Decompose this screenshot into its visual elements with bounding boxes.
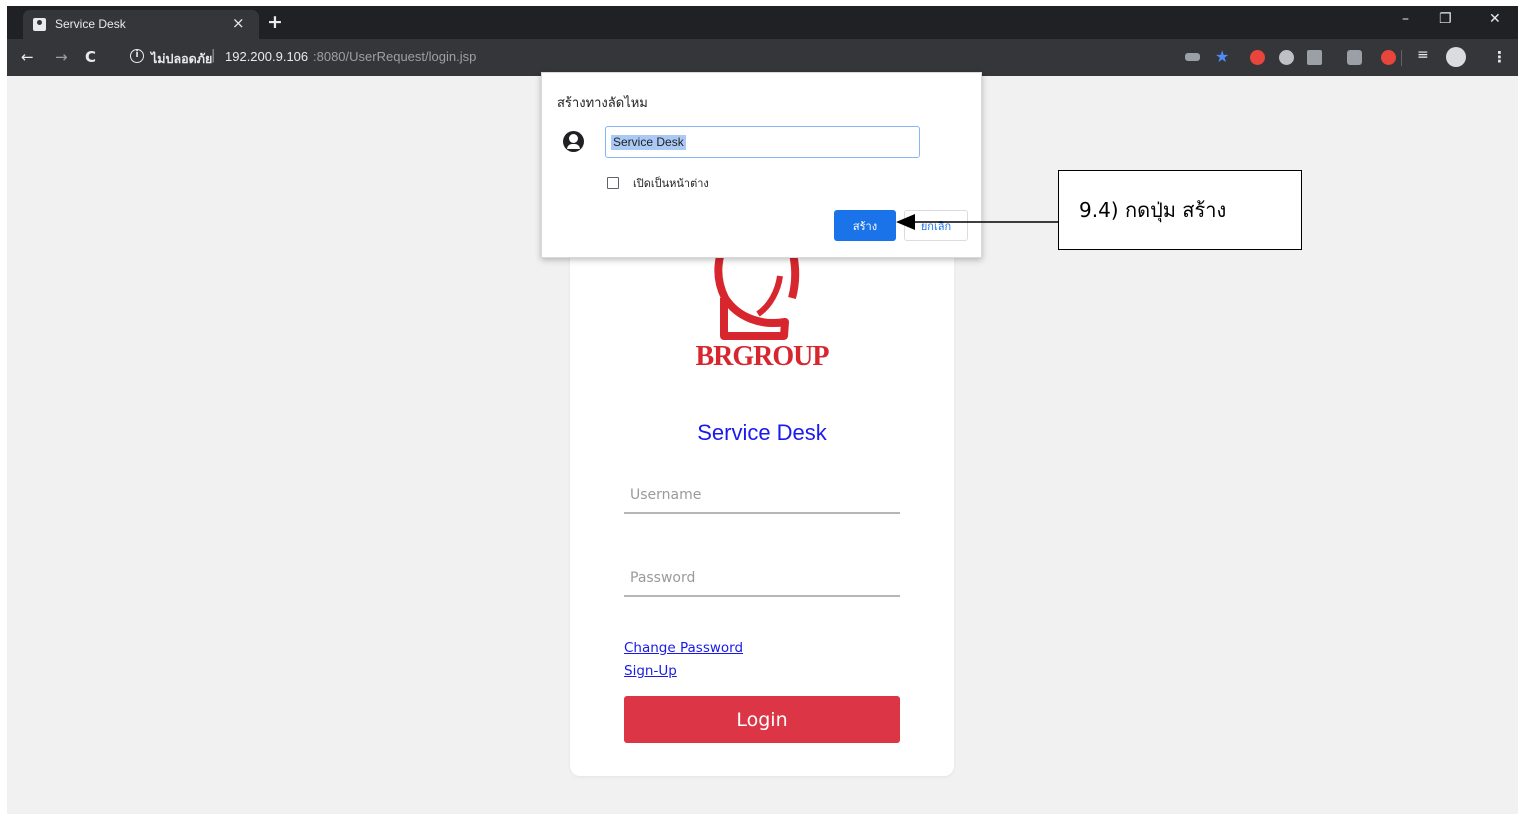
annotation-text: 9.4) กดปุ่ม สร้าง xyxy=(1079,198,1227,222)
new-tab-button[interactable]: + xyxy=(267,11,283,33)
url-separator: | xyxy=(211,48,216,63)
tab-bar: Service Desk × + – ❐ ✕ xyxy=(7,6,1518,39)
username-input[interactable] xyxy=(624,478,900,514)
reload-button[interactable]: C xyxy=(85,48,96,66)
menu-icon[interactable]: ⋮ xyxy=(1492,48,1507,66)
reading-list-icon[interactable]: ≡ xyxy=(1417,47,1432,63)
address-bar[interactable]: i ไม่ปลอดภัย | 192.200.9.106 :8080/UserR… xyxy=(113,43,1241,71)
login-card: BRGROUP Service Desk Change Password Sig… xyxy=(570,196,954,776)
person-icon xyxy=(33,18,46,31)
browser-toolbar: ← → C i ไม่ปลอดภัย | 192.200.9.106 :8080… xyxy=(7,39,1518,76)
login-button[interactable]: Login xyxy=(624,696,900,743)
star-icon[interactable]: ★ xyxy=(1215,47,1230,66)
extension-chat-icon[interactable] xyxy=(1347,50,1362,65)
logo-text: BRGROUP xyxy=(695,341,830,372)
create-button[interactable]: สร้าง xyxy=(834,210,896,241)
key-icon[interactable] xyxy=(1185,53,1200,61)
tab-service-desk[interactable]: Service Desk × xyxy=(23,10,259,39)
profile-icon[interactable] xyxy=(1446,47,1466,67)
dialog-title: สร้างทางลัดไหม xyxy=(557,96,648,111)
page-title: Service Desk xyxy=(697,420,827,445)
forward-button[interactable]: → xyxy=(55,48,68,66)
shortcut-name-value[interactable]: Service Desk xyxy=(611,135,686,150)
change-password-link[interactable]: Change Password xyxy=(624,640,743,656)
back-button[interactable]: ← xyxy=(21,48,34,66)
url-host: 192.200.9.106 xyxy=(225,49,309,64)
extension-youtube-icon[interactable] xyxy=(1250,50,1265,65)
info-icon[interactable]: i xyxy=(130,49,144,63)
signup-link[interactable]: Sign-Up xyxy=(624,663,677,679)
screen: Service Desk × + – ❐ ✕ ← → C i ไม่ปลอดภั… xyxy=(0,0,1518,814)
security-label: ไม่ปลอดภัย xyxy=(151,52,213,66)
url-path: :8080/UserRequest/login.jsp xyxy=(313,49,477,64)
tab-title: Service Desk xyxy=(55,17,126,31)
extension-cube-icon[interactable] xyxy=(1279,50,1294,65)
minimize-button[interactable]: – xyxy=(1402,11,1409,27)
password-input[interactable] xyxy=(624,561,900,597)
annotation-box: 9.4) กดปุ่ม สร้าง xyxy=(1058,170,1302,250)
open-as-window-label: เปิดเป็นหน้าต่าง xyxy=(633,177,709,190)
toolbar-divider xyxy=(1401,50,1402,66)
extension-store-icon[interactable] xyxy=(1307,50,1322,65)
restore-button[interactable]: ❐ xyxy=(1439,11,1452,27)
account-icon xyxy=(563,131,584,152)
extension-stop-icon[interactable] xyxy=(1381,50,1396,65)
close-tab-icon[interactable]: × xyxy=(232,14,245,32)
close-window-button[interactable]: ✕ xyxy=(1489,11,1501,27)
annotation-arrow xyxy=(896,214,1058,230)
open-as-window-checkbox[interactable] xyxy=(607,177,619,189)
